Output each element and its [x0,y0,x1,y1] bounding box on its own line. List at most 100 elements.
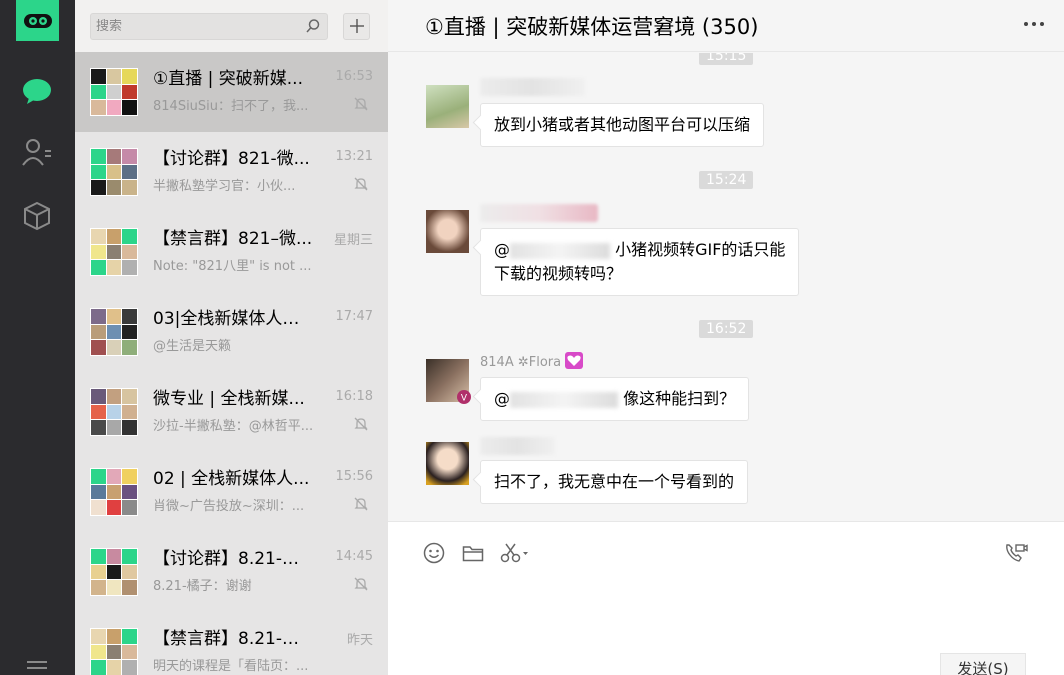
folder-icon [462,546,484,562]
chat-preview: 肖微~广告投放~深圳：... [153,499,305,514]
chat-title: 02 | 全栈新媒体人... [153,469,310,489]
chat-preview: @生活是天籁 [153,339,232,354]
my-avatar[interactable] [16,0,59,41]
message-text: 扫不了，我无意中在一个号看到的 [494,472,735,491]
sender-name-text: 814A ✲Flora [480,355,562,370]
wechat-window: ①直播 | 突破新媒... 814SiuSiu：扫不了，我... 16:53 【… [0,0,1064,675]
search-box[interactable] [90,12,328,40]
cube-icon[interactable] [21,200,53,232]
heart-icon [565,352,584,369]
scissors-icon [500,543,528,563]
emoji-button[interactable] [422,541,446,565]
group-avatar [90,628,138,675]
chat-title: 【讨论群】8.21-成... [153,549,313,569]
time-chip: 15:15 [699,53,754,65]
search-icon[interactable] [305,18,321,34]
time-chip: 16:52 [699,320,754,338]
composer[interactable]: 发送(S) [388,521,1064,675]
sender-name-redacted [480,437,555,455]
left-rail [0,0,75,675]
group-avatar [90,468,138,516]
chat-time: 16:53 [335,69,373,84]
sender-name-redacted [480,204,598,222]
screenshot-button[interactable] [498,541,532,565]
list-item[interactable]: 【禁言群】821–微... Note: "821八里" is not ... 星… [75,212,388,292]
chat-header: ①直播 | 突破新媒体运营窘境 (350) [388,0,1064,52]
group-avatar [90,68,138,116]
page-title: ①直播 | 突破新媒体运营窘境 (350) [425,14,759,39]
group-avatar [90,148,138,196]
chat-time: 17:47 [335,309,373,324]
svg-text:V: V [461,394,468,404]
search-bar [75,0,388,52]
chat-list: ①直播 | 突破新媒... 814SiuSiu：扫不了，我... 16:53 【… [75,0,388,675]
mention-at: @ [494,389,510,408]
message-text: 放到小猪或者其他动图平台可以压缩 [494,115,751,134]
chat-preview: Note: "821八里" is not ... [153,259,312,274]
contacts-icon[interactable] [21,136,53,168]
mention-redacted [510,242,610,259]
message-bubble[interactable]: @ 小猪视频转GIF的话只能 下载的视频转吗？ [480,228,800,296]
menu-icon[interactable] [21,650,53,675]
chat-preview: 半撇私塾学习官：小伙... [153,179,296,194]
group-avatar [90,388,138,436]
chat-title: 【讨论群】821-微... [153,149,310,169]
message-text: 小猪视频转GIF的话只能 [610,240,786,259]
chat-icon[interactable] [21,75,53,107]
group-avatar [90,548,138,596]
chat-time: 昨天 [346,633,373,648]
avatar[interactable] [426,85,469,128]
chat-title: 【禁言群】8.21-成... [153,629,313,649]
chat-preview: 沙拉-半撇私塾：@林哲平... [153,419,314,434]
mute-icon [354,577,368,591]
chat-time: 13:21 [335,149,373,164]
video-call-icon [1006,544,1028,562]
message-area[interactable]: 15:15 放到小猪或者其他动图平台可以压缩 15:24 @ 小猪视频转GIF的… [388,53,1064,521]
time-chip: 15:24 [699,171,754,189]
list-item[interactable]: 【讨论群】821-微... 半撇私塾学习官：小伙... 13:21 [75,132,388,212]
chat-preview: 814SiuSiu：扫不了，我... [153,99,309,114]
list-item[interactable]: 03|全栈新媒体人计划 @生活是天籁 17:47 [75,292,388,372]
video-call-button[interactable] [1004,541,1028,565]
chat-title: ①直播 | 突破新媒... [153,69,303,89]
mute-icon [354,177,368,191]
list-item[interactable]: 02 | 全栈新媒体人... 肖微~广告投放~深圳：... 15:56 [75,452,388,532]
list-item[interactable]: 【讨论群】8.21-成... 8.21-橘子：谢谢 14:45 [75,532,388,612]
sender-name: 814A ✲Flora [480,352,584,370]
chat-title: 03|全栈新媒体人计划 [153,309,313,329]
list-item[interactable]: 【禁言群】8.21-成... 明天的课程是「看陆页：... 昨天 [75,612,388,675]
mention-at: @ [494,240,510,259]
more-icon[interactable] [1024,22,1044,26]
chat-time: 16:18 [335,389,373,404]
send-button[interactable]: 发送(S) [940,653,1026,675]
sender-name-redacted [480,78,585,96]
message-bubble[interactable]: @ 像这种能扫到？ [480,377,750,421]
message-bubble[interactable]: 扫不了，我无意中在一个号看到的 [480,460,749,504]
chat-time: 14:45 [335,549,373,564]
file-button[interactable] [461,541,485,565]
mute-icon [354,417,368,431]
group-avatar [90,228,138,276]
search-input[interactable] [96,18,276,34]
chat-preview: 明天的课程是「看陆页：... [153,659,309,674]
group-avatar [90,308,138,356]
message-bubble[interactable]: 放到小猪或者其他动图平台可以压缩 [480,103,765,147]
avatar[interactable]: V [426,359,471,404]
chat-pane: ①直播 | 突破新媒体运营窘境 (350) 15:15 放到小猪或者其他动图平台… [388,0,1064,675]
mute-icon [354,97,368,111]
list-item[interactable]: ①直播 | 突破新媒... 814SiuSiu：扫不了，我... 16:53 [75,52,388,132]
chat-time: 星期三 [333,233,373,248]
chat-time: 15:56 [335,469,373,484]
add-chat-button[interactable] [343,12,370,40]
chat-title: 微专业 | 全栈新媒... [153,389,305,409]
chat-preview: 8.21-橘子：谢谢 [153,579,252,594]
mute-icon [354,497,368,511]
mention-redacted [510,391,618,408]
list-item[interactable]: 微专业 | 全栈新媒... 沙拉-半撇私塾：@林哲平... 16:18 [75,372,388,452]
chat-title: 【禁言群】821–微... [153,229,313,249]
avatar[interactable] [426,210,469,253]
emoji-icon [423,542,445,564]
message-text-line2: 下载的视频转吗？ [494,264,623,283]
verified-icon: V [457,390,471,404]
avatar[interactable] [426,442,469,485]
